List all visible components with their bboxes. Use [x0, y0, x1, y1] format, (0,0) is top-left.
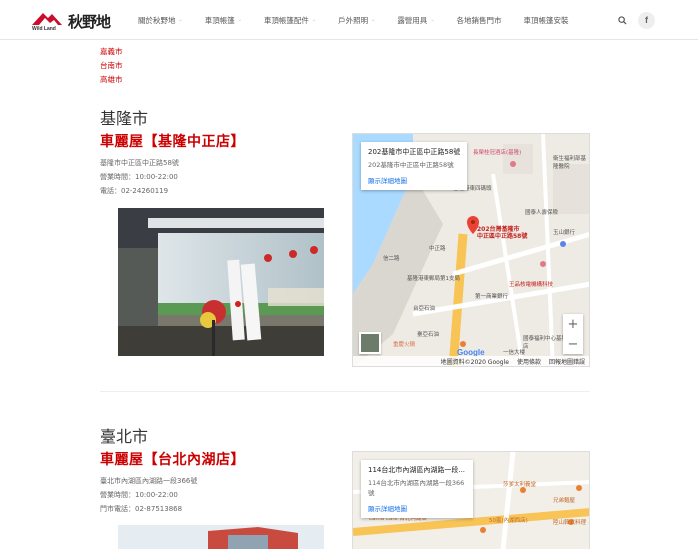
map-place: 基隆港東郵局第1支局	[407, 276, 460, 282]
nav-item-stores[interactable]: 各地銷售門市	[457, 15, 502, 26]
map-larger-link[interactable]: 顯示詳細地圖	[368, 503, 466, 513]
store-hours: 營業時間：10:00-22:00	[100, 491, 178, 499]
map-place: 重慶火鍋	[393, 342, 416, 348]
store-map[interactable]: 莎爹太利義堂 兄弟麵屋 cama café 台北內湖店 50嵐(內湖西店) 陸山…	[352, 451, 590, 549]
section-divider	[100, 391, 590, 392]
map-info-card: 114台北市內湖區內湖路一段... 114台北市內湖區內湖路一段366號 顯示詳…	[361, 460, 473, 518]
map-terms-link[interactable]: 使用條款	[517, 357, 541, 366]
zoom-in-button[interactable]: +	[563, 314, 583, 334]
site-header: Wild Land 秋野地 關於秋野地 ⌄ 車頂帳篷 ⌄ 車頂帳篷配件 ⌄ 戶外照明 ⌄…	[0, 0, 698, 40]
store-phone: 門市電話：02-87513868	[100, 505, 183, 513]
store-name: 車麗屋【台北內湖店】	[100, 452, 245, 468]
store-phone: 電話：02-24260119	[100, 187, 169, 195]
map-place: 莎爹太利義堂	[503, 482, 537, 488]
chevron-down-icon: ⌄	[430, 17, 435, 23]
nav-label: 車頂帳篷安裝	[523, 15, 569, 25]
map-place: 兄弟麵屋	[553, 498, 576, 504]
map-card-address: 114台北市內湖區內湖路一段366號	[368, 479, 465, 497]
map-place: 衛生福利部基隆醫院	[553, 156, 587, 170]
nav-item-outdoor-lighting[interactable]: 戶外照明 ⌄	[338, 15, 375, 26]
map-card-address: 202基隆市中正區中正路58號	[368, 161, 454, 169]
store-address: 臺北市內湖區內湖路一段366號	[100, 477, 198, 485]
map-place: 陸山韓式料理	[553, 520, 587, 526]
nav-label: 露營用具	[397, 15, 428, 25]
site-logo[interactable]: Wild Land 秋野地	[30, 8, 114, 34]
chevron-down-icon: ⌄	[311, 17, 317, 23]
map-place: 台亞石油	[413, 306, 436, 312]
store-photo	[118, 208, 324, 356]
main-nav: 關於秋野地 ⌄ 車頂帳篷 ⌄ 車頂帳篷配件 ⌄ 戶外照明 ⌄ 露營用具 ⌄ 各地銷售門市 …	[138, 0, 569, 40]
city-heading: 臺北市	[100, 427, 149, 446]
city-link-chiayi[interactable]: 嘉義市	[100, 45, 123, 59]
store-info: 基隆市中正區中正路58號 營業時間：10:00-22:00 電話：02-2426…	[100, 156, 179, 198]
nav-label: 戶外照明	[338, 15, 369, 25]
nav-label: 車頂帳篷	[204, 15, 235, 25]
map-report-link[interactable]: 回報地圖錯誤	[549, 357, 585, 366]
search-icon[interactable]	[612, 10, 632, 30]
map-card-title: 202基隆市中正區中正路58號	[368, 148, 461, 156]
brand-name: 秋野地	[68, 12, 111, 31]
nav-item-about[interactable]: 關於秋野地 ⌄	[138, 15, 183, 26]
chevron-down-icon: ⌄	[237, 17, 242, 23]
store-address: 基隆市中正區中正路58號	[100, 159, 179, 167]
map-pin-label: 202台灣基隆市 中正區中正路58號	[477, 226, 528, 240]
city-heading: 基隆市	[100, 109, 149, 128]
nav-label: 關於秋野地	[138, 15, 176, 25]
store-map[interactable]: 202台灣基隆市 中正區中正路58號 長榮桂冠酒店(基隆) 衛生福利部基隆醫院 …	[352, 133, 590, 367]
map-card-title: 114台北市內湖區內湖路一段...	[368, 466, 466, 474]
city-link-list: 嘉義市 台南市 高雄市	[100, 45, 123, 87]
city-link-tainan[interactable]: 台南市	[100, 59, 123, 73]
facebook-icon[interactable]: f	[638, 11, 655, 29]
nav-item-installation[interactable]: 車頂帳篷安裝	[524, 15, 569, 26]
zoom-out-button[interactable]: −	[563, 334, 583, 354]
nav-label: 各地銷售門市	[456, 15, 502, 25]
nav-label: 車頂帳篷配件	[263, 15, 309, 25]
map-place: 國泰人壽保險	[525, 210, 559, 216]
store-hours: 營業時間：10:00-22:00	[100, 173, 178, 181]
mountain-logo-icon: Wild Land	[30, 9, 64, 33]
map-larger-link[interactable]: 顯示詳細地圖	[368, 175, 460, 185]
map-place: 中正路	[429, 246, 446, 252]
map-place: 長榮桂冠酒店(基隆)	[473, 150, 522, 156]
store-list-content: 嘉義市 台南市 高雄市 基隆市 車麗屋【基隆中正店】 基隆市中正區中正路58號 …	[0, 41, 698, 549]
nav-item-tent-accessories[interactable]: 車頂帳篷配件 ⌄	[264, 15, 316, 26]
map-place: 臺亞石油	[417, 332, 440, 338]
store-info: 臺北市內湖區內湖路一段366號 營業時間：10:00-22:00 門市電話：02…	[100, 474, 197, 516]
map-footer: 地圖資料©2020 Google 使用條款 回報地圖錯誤	[353, 356, 589, 366]
map-place: 第一商業銀行	[475, 294, 509, 300]
nav-item-camping-gear[interactable]: 露營用具 ⌄	[397, 15, 434, 26]
city-link-kaohsiung[interactable]: 高雄市	[100, 73, 123, 87]
map-place: 王品核電機構科技	[509, 282, 554, 288]
chevron-down-icon: ⌄	[371, 17, 376, 23]
map-info-card: 202基隆市中正區中正路58號 202基隆市中正區中正路58號 顯示詳細地圖	[361, 142, 468, 190]
map-place: 信二路	[383, 256, 400, 262]
brand-sub: Wild Land	[32, 26, 56, 32]
header-icons: f	[612, 10, 655, 30]
map-place: 一信大樓	[503, 350, 526, 356]
map-footer-data: 地圖資料©2020 Google	[440, 358, 509, 366]
nav-item-roof-tents[interactable]: 車頂帳篷 ⌄	[205, 15, 242, 26]
store-photo	[118, 525, 324, 549]
map-place: 50嵐(內湖西店)	[489, 518, 528, 524]
chevron-down-icon: ⌄	[178, 17, 183, 23]
map-place: 玉山銀行	[553, 230, 576, 236]
satellite-toggle[interactable]	[359, 332, 381, 354]
map-zoom-control: + −	[563, 314, 583, 354]
store-name: 車麗屋【基隆中正店】	[100, 134, 245, 150]
